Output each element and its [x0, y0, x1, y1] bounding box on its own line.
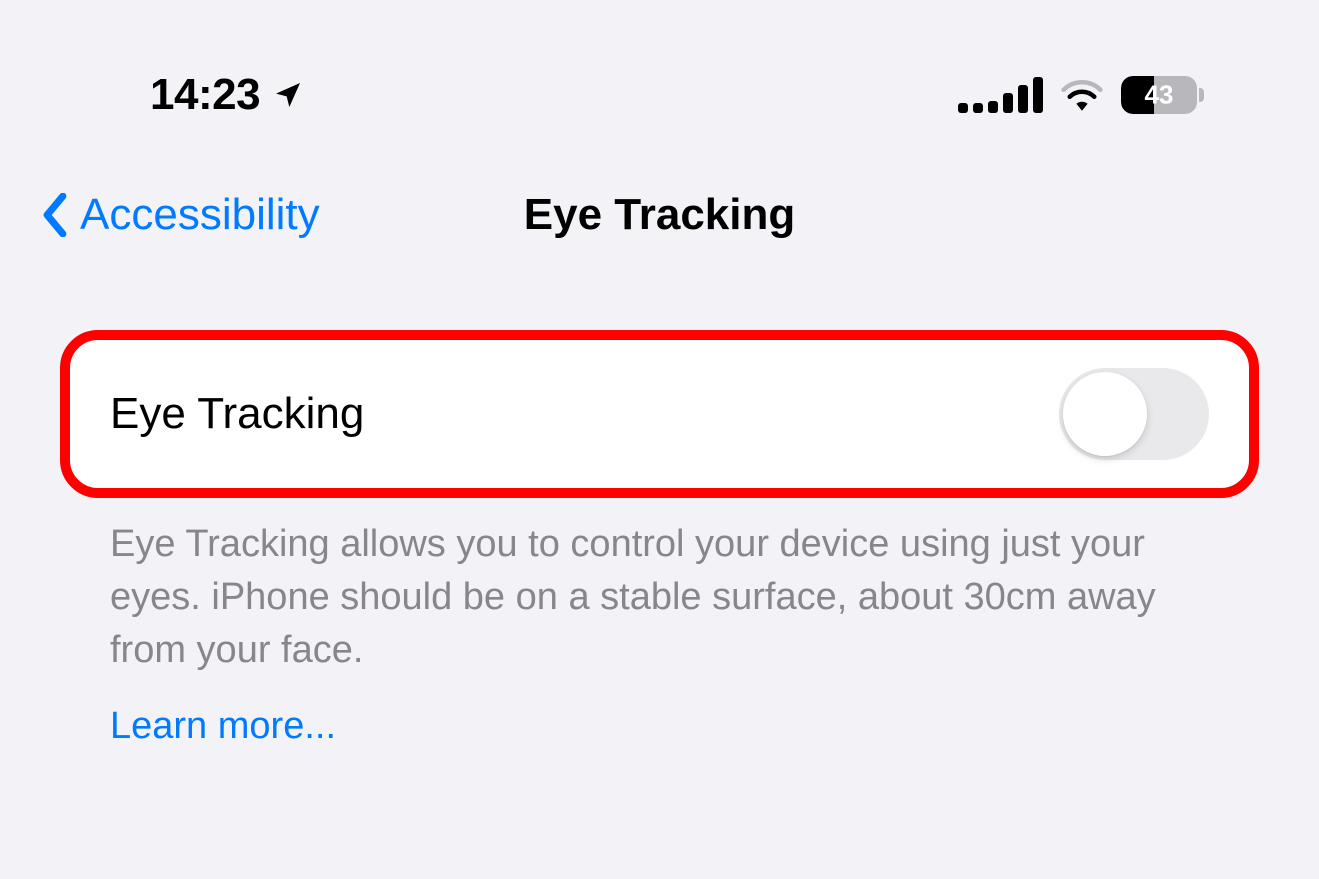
status-time: 14:23: [150, 70, 260, 120]
toggle-knob: [1063, 372, 1147, 456]
page-title: Eye Tracking: [524, 190, 795, 240]
eye-tracking-label: Eye Tracking: [110, 389, 364, 439]
status-right: 43: [958, 76, 1204, 114]
location-icon: [272, 79, 304, 111]
navigation-bar: Accessibility Eye Tracking: [0, 150, 1319, 260]
eye-tracking-setting-row: Eye Tracking: [60, 330, 1259, 498]
wifi-icon: [1061, 79, 1103, 111]
status-left: 14:23: [150, 70, 304, 120]
content-area: Eye Tracking Eye Tracking allows you to …: [0, 260, 1319, 753]
eye-tracking-toggle[interactable]: [1059, 368, 1209, 460]
battery-percent: 43: [1121, 80, 1197, 111]
description-text: Eye Tracking allows you to control your …: [110, 523, 1156, 671]
chevron-left-icon: [40, 193, 70, 237]
setting-description: Eye Tracking allows you to control your …: [60, 498, 1259, 753]
battery-indicator: 43: [1121, 76, 1204, 114]
back-button[interactable]: Accessibility: [40, 190, 320, 240]
learn-more-link[interactable]: Learn more...: [110, 700, 336, 753]
status-bar: 14:23 43: [0, 0, 1319, 150]
cellular-signal-icon: [958, 77, 1043, 113]
back-label: Accessibility: [80, 190, 320, 240]
